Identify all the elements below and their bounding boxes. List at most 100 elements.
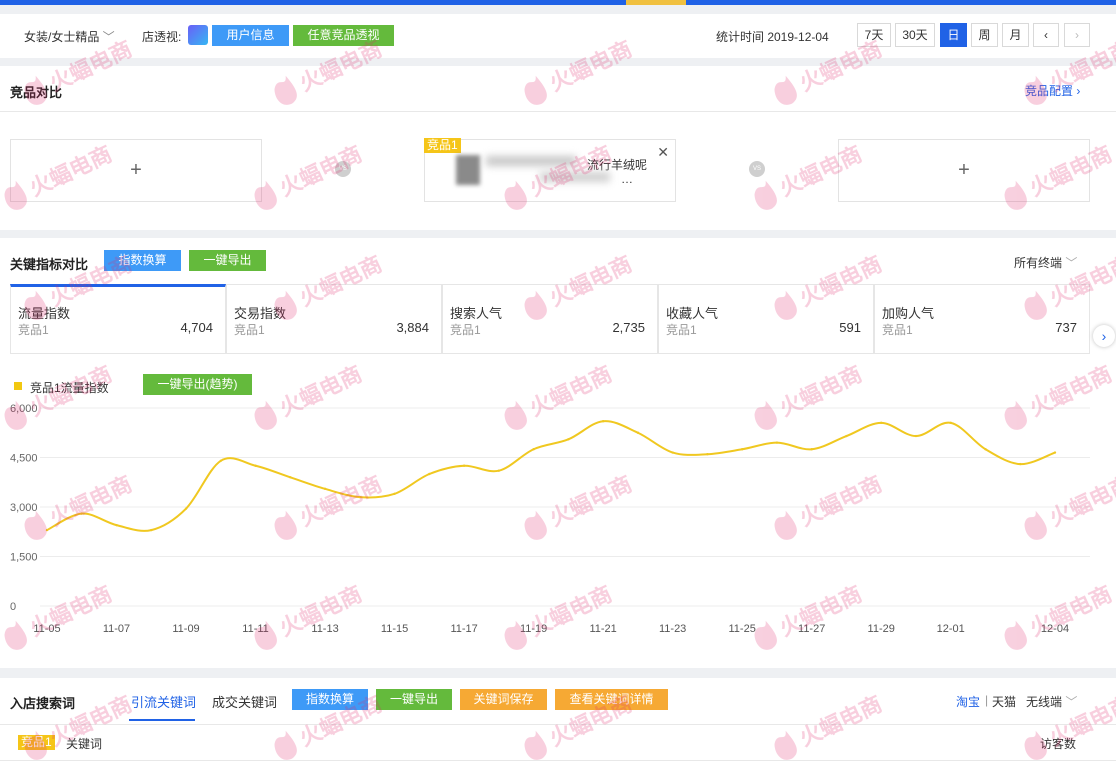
data-point[interactable] [219,459,222,462]
keyword-save-button[interactable]: 关键词保存 [460,689,547,710]
terminal-select[interactable]: 所有终端 ﹀ [1014,254,1077,271]
product-thumbnail [456,155,480,185]
x-tick-label: 11-11 [242,623,269,635]
data-point[interactable] [358,495,362,499]
data-point[interactable] [880,421,883,425]
data-point[interactable] [289,476,292,479]
data-point[interactable] [532,448,535,451]
x-tick-label: 12-01 [937,623,965,635]
traffic-line-chart: 0 1,500 3,000 4,500 6,000 11-05 11-07 11-09 11-1… [10,403,1090,635]
search-title: 入店搜索词 [10,696,76,711]
x-tick-label: 11-21 [589,623,616,635]
data-point[interactable] [393,492,396,495]
platform-taobao[interactable]: 淘宝 [956,693,980,710]
keyword-detail-button[interactable]: 查看关键词详情 [555,689,668,710]
stat-time: 统计时间 2019-12-04 [716,30,829,44]
x-tick-label: 11-25 [729,623,756,635]
data-point[interactable] [115,523,118,527]
vs-icon-left: VS [335,161,351,177]
add-competitor-slot-right[interactable]: + [838,139,1090,202]
period-7d[interactable]: 7天 [857,23,891,47]
next-date-button[interactable]: › [1064,23,1090,47]
slot-tag: 竞品1 [424,138,461,153]
metric-sub: 竞品1 [234,323,265,337]
data-point[interactable] [428,472,431,476]
chevron-right-icon: › [1075,28,1079,42]
data-point[interactable] [323,487,327,491]
data-point[interactable] [45,528,49,532]
data-point[interactable] [462,464,466,467]
data-point[interactable] [740,448,744,451]
metric-label: 加购人气 [882,306,935,321]
search-terminal-select[interactable]: 无线端 ﹀ [1026,693,1077,710]
series-line [46,420,1056,532]
terminal-label: 所有终端 [1014,256,1063,270]
tab-traffic-keywords[interactable]: 引流关键词 [131,692,196,711]
blurred-title-2 [540,172,610,182]
config-link-label: 竞品配置 [1025,84,1074,98]
metric-sub: 竞品1 [666,323,697,337]
data-point[interactable] [150,528,153,532]
data-point[interactable] [497,469,501,472]
x-tick-label: 11-17 [450,623,477,635]
competitor-view-button[interactable]: 任意竞品透视 [293,25,394,46]
metric-card-cart[interactable]: 加购人气 竞品1 737 [874,284,1090,354]
data-point[interactable] [1053,451,1057,454]
data-point[interactable] [80,512,83,515]
data-point[interactable] [184,507,188,510]
competitor-config-link[interactable]: 竞品配置 › [1025,82,1080,99]
category-select[interactable]: 女装/女士精品 ﹀ [24,28,115,45]
metric-value: 591 [839,320,861,335]
platform-tmall[interactable]: 天猫 [992,693,1016,710]
export-trend-button[interactable]: 一键导出(趋势) [143,374,252,395]
search-index-convert-button[interactable]: 指数换算 [292,689,368,710]
metric-card-trade[interactable]: 交易指数 竞品1 3,884 [226,284,442,354]
metric-value: 737 [1055,320,1077,335]
data-point[interactable] [1019,462,1022,466]
search-terminal-label: 无线端 [1026,695,1063,709]
data-point[interactable] [706,453,709,456]
add-competitor-slot-left[interactable]: + [10,139,262,202]
data-point[interactable] [601,420,605,423]
metric-label: 交易指数 [234,306,287,321]
x-tick-label: 11-07 [103,623,130,635]
period-month[interactable]: 月 [1002,23,1029,47]
export-button[interactable]: 一键导出 [189,250,266,271]
data-point[interactable] [984,448,987,451]
index-convert-button[interactable]: 指数换算 [104,250,181,271]
tab-deal-keywords[interactable]: 成交关键词 [212,692,277,711]
data-point[interactable] [949,421,952,425]
period-week[interactable]: 周 [971,23,998,47]
period-30d[interactable]: 30天 [895,23,935,47]
slot-text-line2: … [621,172,633,186]
data-point[interactable] [810,448,813,451]
platform-separator: | [985,693,989,707]
data-point[interactable] [671,451,674,454]
shop-logo-icon[interactable] [188,25,208,45]
metric-sub: 竞品1 [882,323,913,337]
x-tick-label: 11-13 [311,623,338,635]
metric-card-traffic[interactable]: 流量指数 竞品1 4,704 [10,284,226,354]
filter-bar: 女装/女士精品 ﹀ 店透视: 用户信息 任意竞品透视 统计时间 2019-12-… [0,14,1116,58]
y-tick-label: 0 [10,601,16,613]
data-point[interactable] [775,441,779,444]
y-tick-label: 6,000 [10,403,38,415]
data-point[interactable] [845,434,848,438]
period-day[interactable]: 日 [940,23,967,47]
remove-competitor-icon[interactable]: ✕ [657,144,669,161]
legend-label: 竞品1流量指数 [30,381,109,395]
metrics-next-button[interactable]: › [1093,325,1115,347]
chevron-right-icon: › [1101,328,1107,344]
data-point[interactable] [254,464,257,467]
metric-label: 搜索人气 [450,306,503,321]
user-info-button[interactable]: 用户信息 [212,25,289,46]
metric-card-search[interactable]: 搜索人气 竞品1 2,735 [442,284,658,354]
search-export-button[interactable]: 一键导出 [376,689,452,710]
data-point[interactable] [567,438,570,441]
data-point[interactable] [914,434,918,438]
metric-card-favorite[interactable]: 收藏人气 竞品1 591 [658,284,874,354]
data-point[interactable] [636,431,640,434]
x-tick-label: 11-23 [659,623,686,635]
keyword-column-tag: 竞品1 [18,735,55,750]
prev-date-button[interactable]: ‹ [1033,23,1059,47]
